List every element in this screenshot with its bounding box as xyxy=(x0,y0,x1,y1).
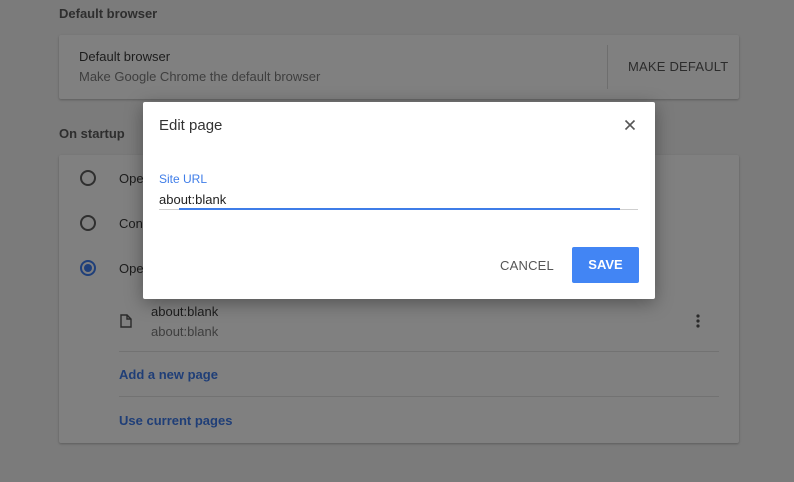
dialog-title: Edit page xyxy=(159,117,223,134)
page-icon xyxy=(120,314,132,333)
default-browser-card: Default browser Make Google Chrome the d… xyxy=(59,35,739,99)
close-icon[interactable] xyxy=(624,118,636,136)
save-button[interactable]: SAVE xyxy=(572,247,639,283)
default-browser-row-title: Default browser xyxy=(79,49,171,64)
startup-page-name: about:blank xyxy=(151,304,219,319)
edit-page-dialog: Edit page Site URL CANCEL SAVE xyxy=(143,102,655,299)
divider xyxy=(119,396,719,397)
startup-option-radio-2[interactable] xyxy=(80,215,96,231)
startup-option-label-1[interactable]: Ope xyxy=(119,171,144,186)
site-url-input[interactable] xyxy=(159,189,638,209)
make-default-button[interactable]: MAKE DEFAULT xyxy=(628,59,728,74)
startup-option-radio-3[interactable] xyxy=(80,260,96,276)
startup-option-label-3[interactable]: Ope xyxy=(119,261,144,276)
default-browser-row-description: Make Google Chrome the default browser xyxy=(79,69,321,84)
site-url-label: Site URL xyxy=(159,172,208,186)
use-current-pages-link[interactable]: Use current pages xyxy=(119,413,232,428)
divider xyxy=(119,351,719,352)
startup-option-radio-1[interactable] xyxy=(80,170,96,186)
input-focus-underline xyxy=(179,208,620,210)
startup-page-url: about:blank xyxy=(151,324,219,339)
cancel-button[interactable]: CANCEL xyxy=(493,251,561,281)
vertical-divider xyxy=(607,45,608,89)
more-vert-icon[interactable] xyxy=(696,314,700,333)
add-new-page-link[interactable]: Add a new page xyxy=(119,367,218,382)
default-browser-section-title: Default browser xyxy=(59,6,158,21)
on-startup-section-title: On startup xyxy=(59,126,125,141)
